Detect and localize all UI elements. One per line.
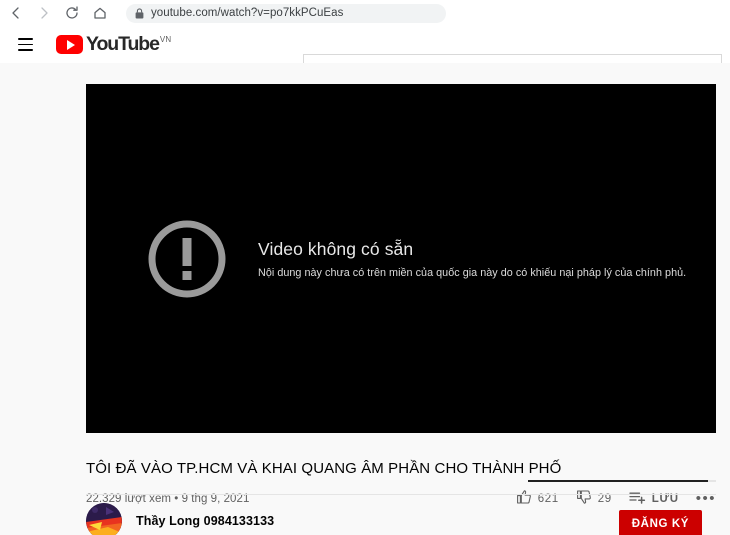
player-error-message: Video không có sẵn Nội dung này chưa có … bbox=[146, 218, 686, 300]
browser-toolbar: youtube.com/watch?v=po7kkPCuEas bbox=[0, 0, 730, 27]
lock-icon bbox=[135, 7, 144, 19]
page-content: Video không có sẵn Nội dung này chưa có … bbox=[0, 63, 730, 535]
home-button[interactable] bbox=[88, 1, 112, 25]
video-info-block: TÔI ĐÃ VÀO TP.HCM VÀ KHAI QUANG ÂM PHẦN … bbox=[86, 449, 716, 508]
address-bar-url: youtube.com/watch?v=po7kkPCuEas bbox=[151, 7, 344, 19]
hamburger-menu-button[interactable] bbox=[13, 33, 37, 57]
forward-arrow-icon bbox=[36, 5, 52, 21]
youtube-logo[interactable]: YouTube VN bbox=[56, 34, 171, 55]
channel-row: Thầy Long 0984133133 ĐĂNG KÝ bbox=[86, 503, 716, 535]
like-ratio-bar bbox=[528, 480, 716, 482]
reload-icon bbox=[64, 5, 80, 21]
address-bar[interactable]: youtube.com/watch?v=po7kkPCuEas bbox=[126, 3, 446, 23]
back-arrow-icon bbox=[8, 5, 24, 21]
youtube-masthead: YouTube VN bbox=[0, 26, 730, 83]
channel-name[interactable]: Thầy Long 0984133133 bbox=[136, 514, 274, 528]
browser-window: youtube.com/watch?v=po7kkPCuEas YouTube … bbox=[0, 0, 730, 535]
channel-avatar bbox=[86, 503, 122, 535]
forward-button[interactable] bbox=[32, 1, 56, 25]
avatar[interactable] bbox=[86, 503, 122, 535]
youtube-play-icon bbox=[56, 35, 83, 54]
alert-circle-icon bbox=[146, 218, 228, 300]
hamburger-menu-icon-line bbox=[17, 49, 33, 51]
back-button[interactable] bbox=[4, 1, 28, 25]
subscribe-button[interactable]: ĐĂNG KÝ bbox=[618, 510, 702, 535]
section-divider bbox=[86, 494, 716, 495]
player-error-title: Video không có sẵn bbox=[258, 238, 414, 259]
youtube-logo-text: YouTube bbox=[86, 33, 160, 55]
player-error-texts: Video không có sẵn Nội dung này chưa có … bbox=[258, 239, 686, 279]
video-player[interactable]: Video không có sẵn Nội dung này chưa có … bbox=[86, 84, 716, 433]
reload-button[interactable] bbox=[60, 1, 84, 25]
hamburger-menu-icon-line bbox=[17, 43, 33, 46]
youtube-logo-country: VN bbox=[159, 35, 172, 44]
like-ratio-fill bbox=[528, 480, 708, 482]
page-title: TÔI ĐÃ VÀO TP.HCM VÀ KHAI QUANG ÂM PHẦN … bbox=[86, 460, 562, 478]
hamburger-menu-icon-line bbox=[17, 38, 33, 40]
player-error-subtitle: Nội dung này chưa có trên miền của quốc … bbox=[258, 266, 687, 279]
home-icon bbox=[92, 5, 108, 21]
